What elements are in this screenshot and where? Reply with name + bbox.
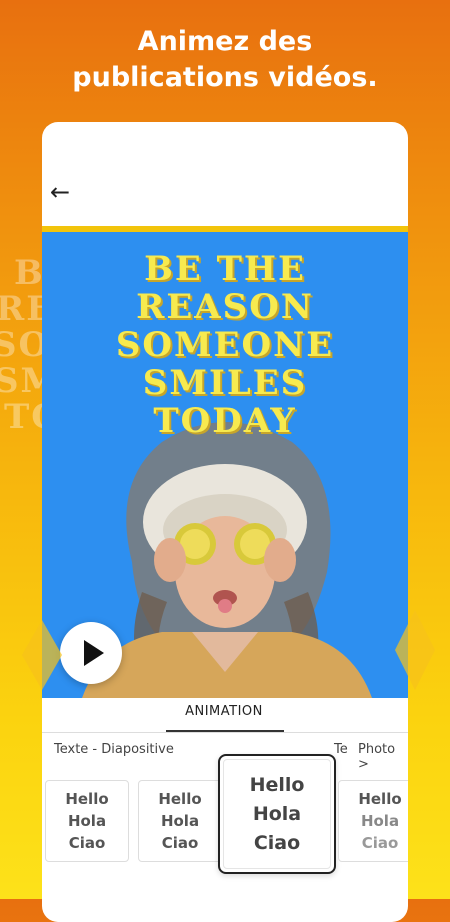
- card-line: Hola: [160, 812, 200, 830]
- card-line: Hello: [358, 790, 402, 808]
- tab-animation[interactable]: ANIMATION: [164, 704, 284, 719]
- category-te[interactable]: Te: [334, 742, 348, 757]
- card-line: Hello: [249, 773, 305, 796]
- animation-card-selected[interactable]: Hello Hola Ciao: [218, 754, 336, 874]
- phone-screen: ← BE THE REASON SOMEONE SMILES TODAY ANI…: [42, 122, 408, 922]
- category-texte-diapositive[interactable]: Texte - Diapositive: [54, 742, 174, 757]
- card-line: Ciao: [253, 831, 301, 854]
- quote-line-4: SMILES: [142, 363, 308, 403]
- card-line: Hello: [158, 790, 202, 808]
- card-line: Ciao: [68, 834, 106, 852]
- quote-line-1: BE THE: [144, 249, 306, 289]
- card-line: Ciao: [361, 834, 399, 852]
- quote-line-5: TODAY: [153, 401, 297, 441]
- category-photo[interactable]: Photo >: [358, 742, 408, 772]
- back-arrow-icon[interactable]: ←: [50, 178, 70, 206]
- quote-line-3: SOMEONE: [115, 325, 335, 365]
- card-line: Hello: [65, 790, 109, 808]
- quote-line-2: REASON: [136, 287, 314, 327]
- card-line: Hola: [67, 812, 107, 830]
- divider: [42, 732, 408, 733]
- card-line: Ciao: [161, 834, 199, 852]
- quote-text: BE THE REASON SOMEONE SMILES TODAY: [42, 250, 408, 440]
- play-icon[interactable]: [60, 622, 122, 684]
- card-line: Hola: [252, 802, 302, 825]
- animation-card[interactable]: Hello Hola Ciao: [138, 780, 222, 862]
- card-inner: Hello Hola Ciao: [223, 759, 331, 869]
- animation-card[interactable]: Hello Hola Ciao: [338, 780, 408, 862]
- animation-card[interactable]: Hello Hola Ciao: [45, 780, 129, 862]
- headline: Animez des publications vidéos.: [72, 26, 378, 93]
- card-line: Hola: [360, 812, 400, 830]
